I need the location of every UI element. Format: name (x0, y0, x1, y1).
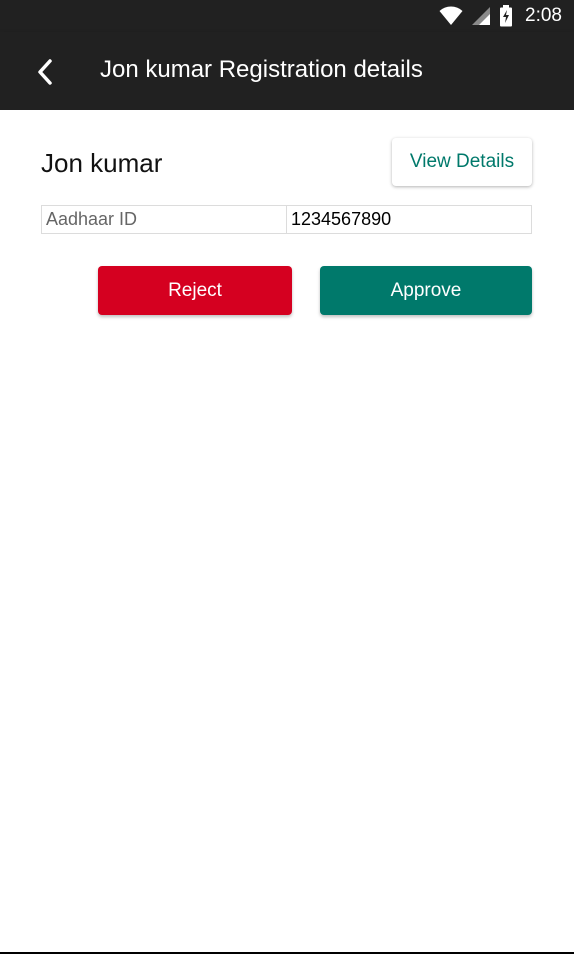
page-title: Jon kumar Registration details (100, 56, 423, 83)
status-time: 2:08 (525, 5, 562, 26)
details-table-row: Aadhaar ID 1234567890 (41, 205, 532, 234)
app-bar: Jon kumar Registration details (0, 32, 574, 110)
battery-charging-icon (500, 5, 513, 27)
reject-button[interactable]: Reject (98, 266, 292, 315)
approve-button[interactable]: Approve (320, 266, 532, 315)
aadhaar-id-value: 1234567890 (291, 209, 392, 229)
status-icons: 2:08 (439, 0, 562, 32)
signal-icon (472, 7, 491, 25)
back-button[interactable] (22, 49, 68, 95)
aadhaar-id-label: Aadhaar ID (42, 206, 287, 233)
person-name: Jon kumar (41, 148, 163, 178)
main-content: Jon kumar View Details Aadhaar ID 123456… (0, 110, 574, 954)
chevron-left-icon (38, 59, 52, 85)
wifi-icon (439, 6, 463, 25)
status-bar: 2:08 (0, 0, 574, 32)
view-details-button[interactable]: View Details (392, 138, 532, 186)
